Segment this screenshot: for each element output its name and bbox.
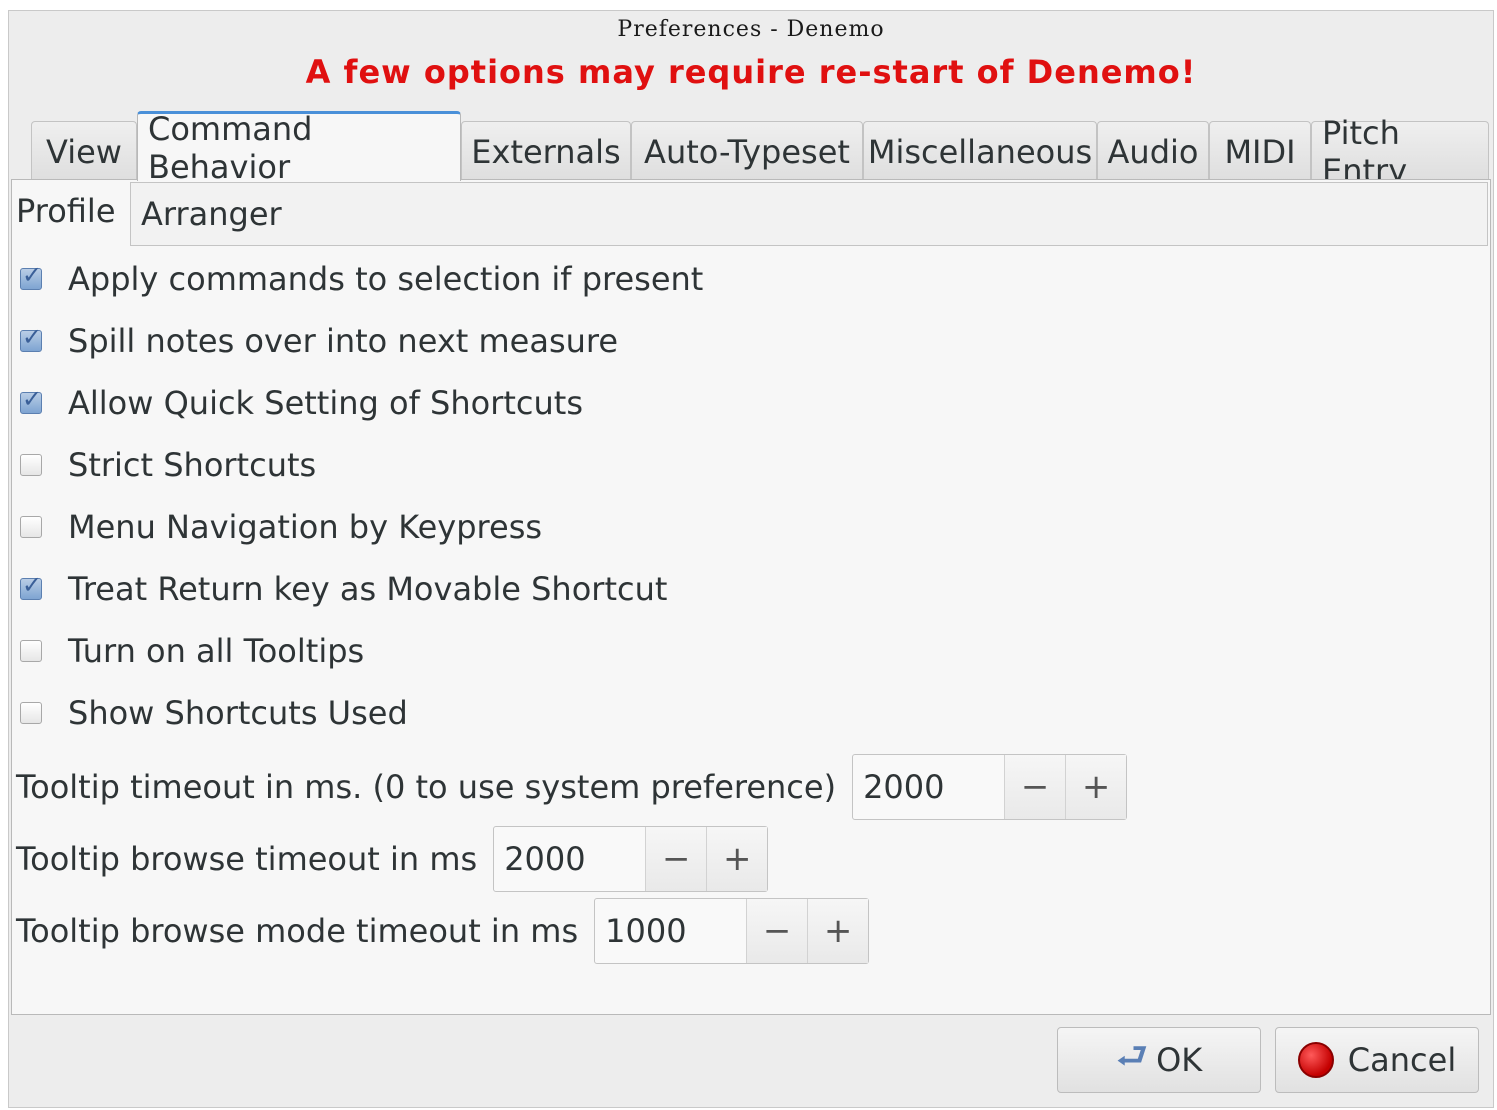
tab-pitch-entry[interactable]: Pitch Entry [1311,114,1489,190]
tab-command-behavior[interactable]: Command Behavior [137,110,461,186]
spin-value[interactable]: 2000 [853,755,1006,819]
cancel-label: Cancel [1347,1041,1457,1079]
restart-warning: A few options may require re-start of De… [305,53,1197,91]
tab-externals[interactable]: Externals [461,121,631,181]
command-behavior-page: Profile Arranger ✓ Apply commands to sel… [11,179,1491,1015]
profile-label: Profile [16,192,116,230]
tab-audio[interactable]: Audio [1097,121,1209,181]
check-label: Show Shortcuts Used [68,694,408,732]
tab-miscellaneous[interactable]: Miscellaneous [863,121,1097,181]
tooltip-browse-mode-timeout-row: Tooltip browse mode timeout in ms 1000 −… [16,898,870,964]
stop-icon [1297,1042,1334,1078]
check-all-tooltips[interactable]: ✓ Turn on all Tooltips [20,626,364,676]
decrement-button[interactable]: − [747,899,808,963]
cancel-button[interactable]: Cancel [1275,1027,1479,1093]
tab-auto-typeset[interactable]: Auto-Typeset [631,121,863,181]
tab-bar: View Command Behavior Externals Auto-Typ… [31,110,1489,190]
tab-view[interactable]: View [31,121,137,181]
increment-button[interactable]: + [807,899,869,963]
checkmark-icon: ✓ [22,323,43,351]
check-label: Turn on all Tooltips [68,632,365,670]
title-bar: Preferences - Denemo [9,11,1493,51]
increment-button[interactable]: + [706,827,768,891]
spin-label: Tooltip timeout in ms. (0 to use system … [16,768,837,806]
check-label: Spill notes over into next measure [68,322,619,360]
checkbox[interactable]: ✓ [20,640,42,662]
check-label: Allow Quick Setting of Shortcuts [68,384,583,422]
decrement-button[interactable]: − [1005,755,1066,819]
checkbox[interactable]: ✓ [20,702,42,724]
spin-value[interactable]: 2000 [494,827,647,891]
return-icon: ⮐ [1115,1035,1149,1077]
checkmark-icon: ✓ [22,385,43,413]
check-menu-navigation[interactable]: ✓ Menu Navigation by Keypress [20,502,542,552]
decrement-button[interactable]: − [646,827,707,891]
spin-label: Tooltip browse timeout in ms [16,840,478,878]
checkbox[interactable]: ✓ [20,323,42,352]
profile-combo[interactable]: Arranger [130,182,1488,246]
checkmark-icon: ✓ [22,571,43,599]
tab-midi[interactable]: MIDI [1209,121,1311,181]
window-title: Preferences - Denemo [617,17,885,42]
preferences-window: Preferences - Denemo A few options may r… [8,10,1494,1108]
check-spill-notes[interactable]: ✓ Spill notes over into next measure [20,316,618,366]
check-quick-shortcuts[interactable]: ✓ Allow Quick Setting of Shortcuts [20,378,583,428]
check-return-key[interactable]: ✓ Treat Return key as Movable Shortcut [20,564,667,614]
checkbox[interactable]: ✓ [20,385,42,414]
check-label: Strict Shortcuts [68,446,317,484]
increment-button[interactable]: + [1065,755,1127,819]
spin-value[interactable]: 1000 [595,899,748,963]
check-label: Menu Navigation by Keypress [68,508,543,546]
tooltip-browse-timeout-row: Tooltip browse timeout in ms 2000 − + [16,826,769,892]
checkbox[interactable]: ✓ [20,261,42,290]
check-shortcuts-used[interactable]: ✓ Show Shortcuts Used [20,688,408,738]
profile-value: Arranger [141,195,282,233]
checkbox[interactable]: ✓ [20,571,42,600]
tooltip-browse-timeout-spinner[interactable]: 2000 − + [493,826,769,892]
check-apply-to-selection[interactable]: ✓ Apply commands to selection if present [20,254,703,304]
checkmark-icon: ✓ [22,261,43,289]
spin-label: Tooltip browse mode timeout in ms [16,912,579,950]
ok-button[interactable]: ⮐ OK [1057,1027,1261,1093]
checkbox[interactable]: ✓ [20,516,42,538]
check-strict-shortcuts[interactable]: ✓ Strict Shortcuts [20,440,316,490]
tooltip-timeout-spinner[interactable]: 2000 − + [852,754,1128,820]
check-label: Treat Return key as Movable Shortcut [68,570,668,608]
tooltip-browse-mode-timeout-spinner[interactable]: 1000 − + [594,898,870,964]
check-label: Apply commands to selection if present [68,260,704,298]
tooltip-timeout-row: Tooltip timeout in ms. (0 to use system … [16,754,1128,820]
ok-label: OK [1156,1041,1203,1079]
checkbox[interactable]: ✓ [20,454,42,476]
